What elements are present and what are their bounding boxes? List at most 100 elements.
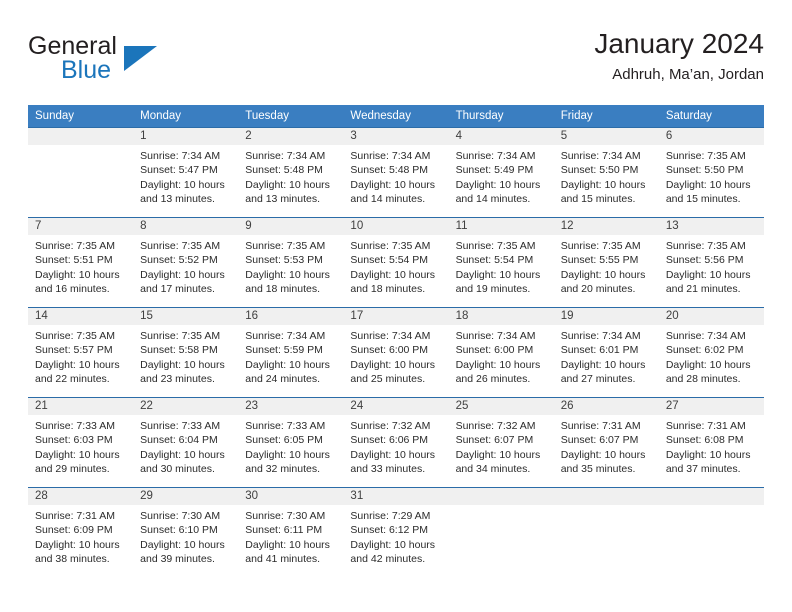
calendar-table: Sunday Monday Tuesday Wednesday Thursday Frid…: [28, 105, 764, 577]
calendar-day-cell[interactable]: 2 Sunrise: 7:34 AM Sunset: 5:48 PM Daylight…: [238, 127, 344, 218]
day-info-line: and 18 minutes.: [245, 282, 320, 295]
day-info-line: and 25 minutes.: [350, 372, 426, 385]
day-cell-inner: 5 Sunrise: 7:34 AM Sunset: 5:50 PM Daylight…: [553, 128, 659, 217]
calendar-day-cell[interactable]: 31 Sunrise: 7:29 AM Sunset: 6:12 PM Dayligh…: [343, 487, 449, 577]
calendar-empty-cell: [553, 487, 659, 577]
day-info-line: Sunset: 5:54 PM: [350, 254, 429, 267]
calendar-day-cell[interactable]: 24 Sunrise: 7:32 AM Sunset: 6:06 PM Dayligh…: [343, 397, 449, 488]
day-cell-inner: 13 Sunrise: 7:35 AM Sunset: 5:56 PM Dayligh…: [658, 218, 764, 307]
day-info-line: and 26 minutes.: [455, 372, 531, 385]
day-info-line: Sunrise: 7:34 AM: [560, 150, 641, 162]
calendar-day-cell[interactable]: 10 Sunrise: 7:35 AM Sunset: 5:54 PM Dayligh…: [343, 217, 449, 308]
calendar-day-cell[interactable]: 12 Sunrise: 7:35 AM Sunset: 5:55 PM Dayligh…: [553, 217, 659, 308]
calendar-day-cell[interactable]: 9 Sunrise: 7:35 AM Sunset: 5:53 PM Daylight…: [238, 217, 344, 308]
calendar-day-cell[interactable]: 22 Sunrise: 7:33 AM Sunset: 6:04 PM Dayligh…: [133, 397, 239, 488]
day-cell-inner: 19 Sunrise: 7:34 AM Sunset: 6:01 PM Dayligh…: [553, 308, 659, 397]
day-info-line: Daylight: 10 hours: [350, 538, 436, 551]
calendar-day-cell[interactable]: 16 Sunrise: 7:34 AM Sunset: 5:59 PM Dayligh…: [238, 307, 344, 398]
day-info-line: Sunrise: 7:34 AM: [560, 330, 641, 342]
day-number: 14: [28, 308, 134, 325]
day-sun-info: Sunrise: 7:35 AM Sunset: 5:58 PM Daylight:…: [133, 325, 238, 386]
day-info-line: Sunset: 5:54 PM: [455, 254, 534, 267]
day-info-line: Daylight: 10 hours: [35, 538, 120, 551]
calendar-day-cell[interactable]: 7 Sunrise: 7:35 AM Sunset: 5:51 PM Daylight…: [28, 217, 134, 308]
day-sun-info: Sunrise: 7:35 AM Sunset: 5:54 PM Daylight:…: [449, 235, 554, 296]
day-info-line: Sunset: 6:03 PM: [35, 434, 113, 447]
day-info-line: Sunrise: 7:35 AM: [245, 240, 326, 252]
title-block: January 2024 Adhruh, Ma’an, Jordan: [594, 26, 764, 86]
day-cell-inner: [448, 488, 554, 577]
day-info-line: Daylight: 10 hours: [140, 358, 225, 371]
day-info-line: Daylight: 10 hours: [245, 268, 330, 281]
calendar-day-cell[interactable]: 17 Sunrise: 7:34 AM Sunset: 6:00 PM Dayligh…: [343, 307, 449, 398]
day-info-line: Daylight: 10 hours: [140, 538, 225, 551]
day-info-line: Sunset: 6:07 PM: [455, 434, 534, 447]
day-cell-inner: 9 Sunrise: 7:35 AM Sunset: 5:53 PM Daylight…: [238, 218, 344, 307]
calendar-header-row: Sunday Monday Tuesday Wednesday Thursday Frid…: [28, 105, 764, 128]
day-sun-info: Sunrise: 7:32 AM Sunset: 6:06 PM Daylight:…: [343, 415, 448, 476]
day-info-line: Daylight: 10 hours: [665, 268, 751, 281]
weekday-header-thursday: Thursday: [448, 105, 554, 128]
calendar-body: 1 Sunrise: 7:34 AM Sunset: 5:47 PM Daylight…: [28, 127, 764, 577]
day-cell-inner: 2 Sunrise: 7:34 AM Sunset: 5:48 PM Daylight…: [238, 128, 344, 217]
day-info-line: and 19 minutes.: [455, 282, 531, 295]
day-number: 11: [448, 218, 554, 235]
calendar-day-cell[interactable]: 23 Sunrise: 7:33 AM Sunset: 6:05 PM Dayligh…: [238, 397, 344, 488]
day-sun-info: Sunrise: 7:34 AM Sunset: 6:02 PM Daylight:…: [659, 325, 764, 386]
day-info-line: and 13 minutes.: [245, 192, 320, 205]
day-number: 9: [238, 218, 344, 235]
day-number: 7: [28, 218, 134, 235]
day-info-line: Sunset: 6:05 PM: [245, 434, 323, 447]
day-cell-inner: 21 Sunrise: 7:33 AM Sunset: 6:03 PM Dayligh…: [28, 398, 134, 487]
day-info-line: Sunset: 6:08 PM: [665, 434, 744, 447]
weekday-header-tuesday: Tuesday: [238, 105, 344, 128]
calendar-week-row: 21 Sunrise: 7:33 AM Sunset: 6:03 PM Dayligh…: [28, 397, 764, 488]
day-info-line: Sunrise: 7:29 AM: [350, 510, 431, 522]
day-info-line: and 20 minutes.: [560, 282, 636, 295]
day-number: [448, 488, 554, 505]
day-cell-inner: 29 Sunrise: 7:30 AM Sunset: 6:10 PM Dayligh…: [133, 488, 239, 577]
day-info-line: and 23 minutes.: [140, 372, 215, 385]
day-info-line: Daylight: 10 hours: [140, 268, 225, 281]
calendar-day-cell[interactable]: 27 Sunrise: 7:31 AM Sunset: 6:08 PM Dayligh…: [658, 397, 764, 488]
calendar-day-cell[interactable]: 14 Sunrise: 7:35 AM Sunset: 5:57 PM Dayligh…: [28, 307, 134, 398]
calendar-day-cell[interactable]: 30 Sunrise: 7:30 AM Sunset: 6:11 PM Dayligh…: [238, 487, 344, 577]
calendar-day-cell[interactable]: 13 Sunrise: 7:35 AM Sunset: 5:56 PM Dayligh…: [658, 217, 764, 308]
calendar-day-cell[interactable]: 28 Sunrise: 7:31 AM Sunset: 6:09 PM Dayligh…: [28, 487, 134, 577]
day-info-line: and 24 minutes.: [245, 372, 320, 385]
logo-flag-icon: [124, 46, 157, 71]
day-info-line: Sunrise: 7:30 AM: [140, 510, 221, 522]
day-number: 12: [553, 218, 659, 235]
day-info-line: and 13 minutes.: [140, 192, 215, 205]
calendar-day-cell[interactable]: 3 Sunrise: 7:34 AM Sunset: 5:48 PM Daylight…: [343, 127, 449, 218]
calendar-day-cell[interactable]: 29 Sunrise: 7:30 AM Sunset: 6:10 PM Dayligh…: [133, 487, 239, 577]
calendar-day-cell[interactable]: 18 Sunrise: 7:34 AM Sunset: 6:00 PM Dayligh…: [448, 307, 554, 398]
calendar-day-cell[interactable]: 26 Sunrise: 7:31 AM Sunset: 6:07 PM Dayligh…: [553, 397, 659, 488]
calendar-day-cell[interactable]: 8 Sunrise: 7:35 AM Sunset: 5:52 PM Daylight…: [133, 217, 239, 308]
day-info-line: Daylight: 10 hours: [245, 538, 330, 551]
calendar-day-cell[interactable]: 20 Sunrise: 7:34 AM Sunset: 6:02 PM Dayligh…: [658, 307, 764, 398]
day-info-line: Daylight: 10 hours: [350, 358, 436, 371]
calendar-day-cell[interactable]: 1 Sunrise: 7:34 AM Sunset: 5:47 PM Daylight…: [133, 127, 239, 218]
day-sun-info: Sunrise: 7:34 AM Sunset: 6:00 PM Daylight:…: [343, 325, 448, 386]
calendar-day-cell[interactable]: 11 Sunrise: 7:35 AM Sunset: 5:54 PM Dayligh…: [448, 217, 554, 308]
day-info-line: and 39 minutes.: [140, 552, 215, 565]
day-info-line: Sunrise: 7:35 AM: [350, 240, 431, 252]
calendar-day-cell[interactable]: 25 Sunrise: 7:32 AM Sunset: 6:07 PM Dayligh…: [448, 397, 554, 488]
day-sun-info: Sunrise: 7:35 AM Sunset: 5:50 PM Daylight:…: [659, 145, 764, 206]
day-info-line: Sunrise: 7:31 AM: [35, 510, 115, 522]
calendar-day-cell[interactable]: 6 Sunrise: 7:35 AM Sunset: 5:50 PM Daylight…: [658, 127, 764, 218]
day-info-line: Daylight: 10 hours: [350, 268, 436, 281]
day-sun-info: Sunrise: 7:34 AM Sunset: 6:00 PM Daylight:…: [449, 325, 554, 386]
calendar-day-cell[interactable]: 15 Sunrise: 7:35 AM Sunset: 5:58 PM Dayligh…: [133, 307, 239, 398]
day-info-line: Sunset: 5:59 PM: [245, 344, 323, 357]
calendar-day-cell[interactable]: 19 Sunrise: 7:34 AM Sunset: 6:01 PM Dayligh…: [553, 307, 659, 398]
day-info-line: Daylight: 10 hours: [560, 448, 646, 461]
calendar-day-cell[interactable]: 5 Sunrise: 7:34 AM Sunset: 5:50 PM Daylight…: [553, 127, 659, 218]
day-info-line: Sunrise: 7:35 AM: [140, 240, 221, 252]
day-number: 26: [553, 398, 659, 415]
calendar-day-cell[interactable]: 21 Sunrise: 7:33 AM Sunset: 6:03 PM Dayligh…: [28, 397, 134, 488]
calendar-day-cell[interactable]: 4 Sunrise: 7:34 AM Sunset: 5:49 PM Daylight…: [448, 127, 554, 218]
day-info-line: Sunrise: 7:34 AM: [455, 330, 536, 342]
calendar-week-row: 7 Sunrise: 7:35 AM Sunset: 5:51 PM Daylight…: [28, 217, 764, 308]
